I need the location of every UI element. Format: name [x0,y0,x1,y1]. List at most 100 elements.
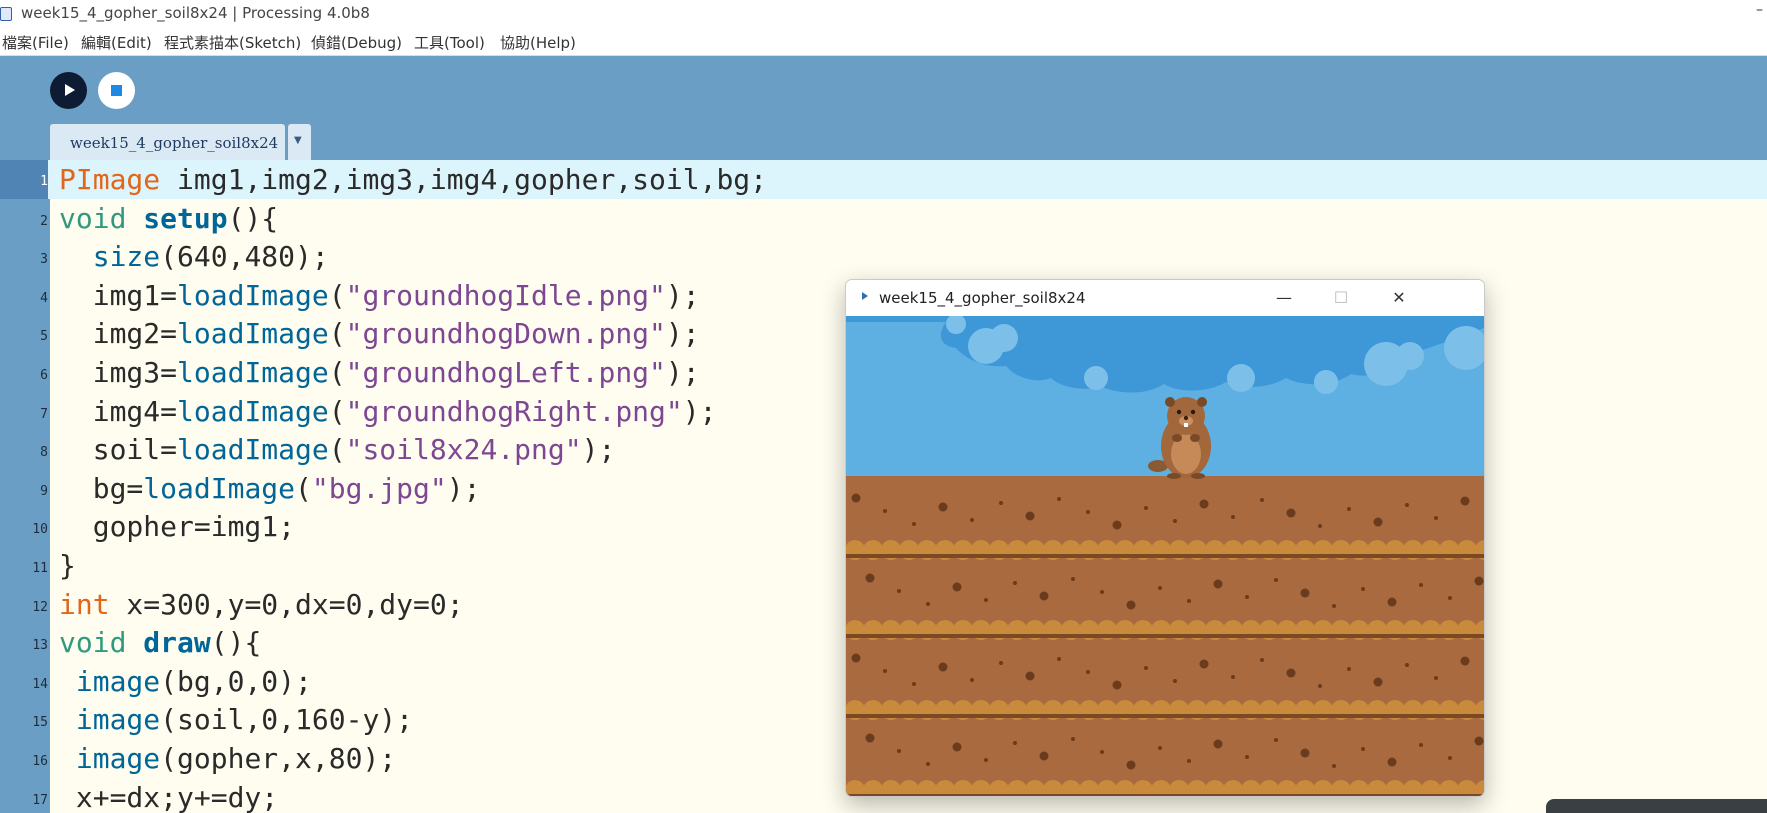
soil-pebble [1387,757,1397,767]
soil-pebble [1199,659,1209,669]
soil-pebble [938,662,948,672]
soil-pebble [1245,755,1249,759]
code-text: img4=loadImage("groundhogRight.png"); [59,394,717,428]
soil-pebble [1474,576,1484,586]
soil-pebble [1274,738,1278,742]
code-text: gopher=img1; [59,510,296,544]
line-number: 6 [40,368,48,383]
code-text: size(640,480); [92,240,329,274]
menu-debug[interactable]: 偵錯(Debug) [311,32,402,53]
line-number: 8 [40,445,48,461]
soil-pebble [952,742,962,752]
soil-pebble [1039,591,1049,601]
soil-pebble [926,602,930,606]
menu-help[interactable]: 協助(Help) [500,32,576,53]
soil-pebble [1373,517,1383,527]
soil-pebble [1405,663,1409,667]
sketch-window-title: week15_4_gopher_soil8x24 [879,289,1086,307]
code-text: img3=loadImage("groundhogLeft.png"); [59,356,700,389]
soil-pebble [1474,736,1484,746]
soil-pebble [1245,595,1249,599]
menu-file[interactable]: 檔案(File) [2,32,69,53]
maximize-button[interactable]: ☐ [1321,283,1361,313]
soil-divider [846,794,1484,796]
menu-edit[interactable]: 編輯(Edit) [81,32,152,53]
code-text: PImage img1,img2,img3,img4,gopher,soil,b… [59,163,768,196]
soil-pebble [1318,524,1322,528]
soil-pebble [1300,748,1310,758]
soil-pebble [952,582,962,592]
tab-menu-button[interactable]: ▼ [288,124,311,160]
code-text: soil=loadImage("soil8x24.png"); [59,433,616,467]
groundhog-ear [1165,397,1175,407]
soil-pebble [1199,499,1209,509]
menu-bar: 檔案(File) 編輯(Edit) 程式素描本(Sketch) 偵錯(Debug… [0,28,1767,56]
soil-pebble [1158,586,1162,590]
soil-pebble [865,733,875,743]
soil-pebble [970,518,974,522]
soil-pebble [1039,751,1049,761]
soil-pebble [1332,604,1336,608]
soil-pebble [897,589,901,593]
sketch-canvas[interactable] [846,316,1484,796]
soil-pebble [1286,508,1296,518]
line-number: 11 [32,561,48,576]
groundhog-eye [1190,409,1196,415]
soil-pebble [1286,668,1296,678]
soil-pebble [1419,743,1423,747]
soil-pebble [1405,503,1409,507]
minimize-button[interactable]: — [1264,283,1304,313]
soil-pebble [1231,675,1235,679]
line-number: 9 [40,483,48,499]
code-text: image(gopher,x,80); [75,742,397,775]
line-number: 1 [0,160,48,199]
minimize-icon[interactable]: – [1756,2,1763,18]
play-icon [65,84,75,96]
soil-pebble [1318,684,1322,688]
code-line[interactable]: 3 size(640,480); [0,237,1767,276]
tab-sketch[interactable]: week15_4_gopher_soil8x24 [50,124,285,160]
run-button[interactable] [50,72,87,109]
code-text: bg=loadImage("bg.jpg"); [59,471,481,505]
soil-pebble [1419,583,1423,587]
cloud-puff [1084,366,1108,390]
code-line[interactable]: 2 void setup(){ [0,199,1767,238]
code-text: x+=dx;y+=dy; [59,780,279,813]
soil-pebble [1057,657,1061,661]
sketch-title-bar: week15_4_gopher_soil8x24 — ☐ ✕ [846,280,1484,316]
soil-divider [846,554,1484,558]
console-window-edge [1546,799,1767,813]
code-line[interactable]: 1 PImage img1,img2,img3,img4,gopher,soil,… [0,160,1767,199]
processing-app-icon [0,7,12,21]
soil-pebble [1187,759,1191,763]
soil-pebble [984,598,988,602]
menu-sketch[interactable]: 程式素描本(Sketch) [164,32,301,53]
line-number: 4 [40,290,48,306]
stop-button[interactable] [98,72,135,109]
code-text: void setup(){ [59,201,279,235]
menu-tool[interactable]: 工具(Tool) [414,32,485,53]
groundhog-ear [1197,397,1207,407]
soil-pebble [1460,496,1470,506]
line-number: 3 [40,252,48,268]
close-button[interactable]: ✕ [1379,283,1419,313]
soil-pebble [1260,498,1264,502]
soil-pebble [1448,756,1452,760]
line-number: 13 [32,638,48,654]
soil-pebble [999,661,1003,665]
soil-pebble [1025,671,1035,681]
soil-pebble [1025,511,1035,521]
soil-pebble [1213,579,1223,589]
soil-pebble [1187,599,1191,603]
line-number: 17 [32,792,48,808]
soil-pebble [1347,507,1351,511]
groundhog-nose [1183,415,1189,421]
sketch-window[interactable]: week15_4_gopher_soil8x24 — ☐ ✕ [845,279,1485,797]
soil-pebble [1057,497,1061,501]
soil-pebble [1274,578,1278,582]
soil-pebble [1100,750,1104,754]
soil-pebble [1071,737,1075,741]
soil-pebble [1144,666,1148,670]
code-text: img2=loadImage("groundhogDown.png"); [59,317,700,351]
soil-pebble [1126,600,1136,610]
